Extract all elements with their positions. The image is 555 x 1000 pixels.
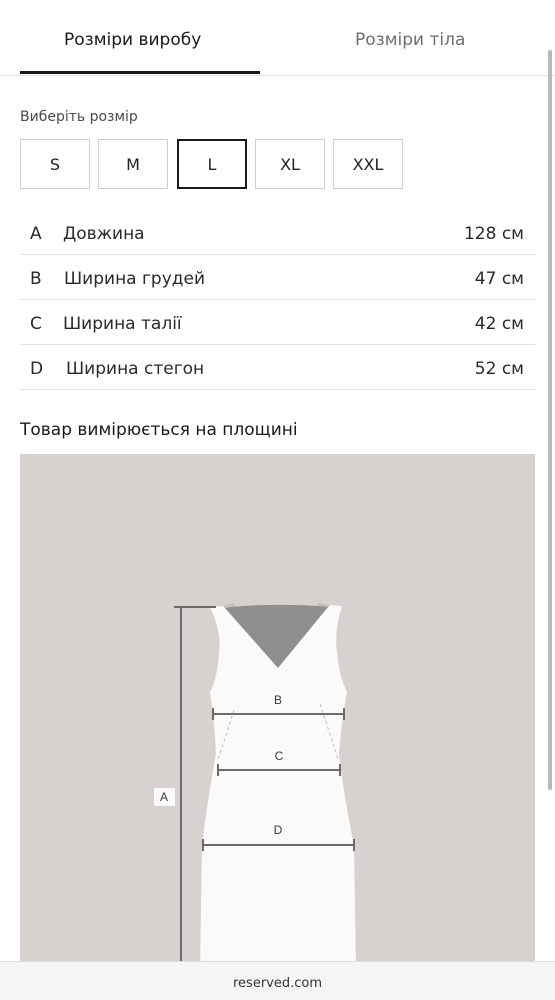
measurement-row-a: A Довжина 128 см xyxy=(20,210,535,255)
size-button-l[interactable]: L xyxy=(177,139,247,189)
size-tabs: Розміри виробу Розміри тіла xyxy=(0,0,555,76)
measurement-letter: D xyxy=(30,359,44,379)
size-button-xl[interactable]: XL xyxy=(255,139,325,189)
scrollbar[interactable] xyxy=(548,50,552,790)
tab-body-sizes[interactable]: Розміри тіла xyxy=(355,30,465,50)
site-domain: reserved.com xyxy=(232,976,322,991)
measurement-name: Ширина талії xyxy=(63,314,182,334)
active-tab-indicator xyxy=(20,71,260,74)
size-button-s[interactable]: S xyxy=(20,139,90,189)
size-button-m[interactable]: M xyxy=(98,139,168,189)
tabs-divider xyxy=(0,75,555,76)
measurement-row-b: B Ширина грудей 47 см xyxy=(20,255,535,300)
choose-size-label: Виберіть розмір xyxy=(20,109,138,125)
diagram-label-c: C xyxy=(275,749,284,763)
diagram-label-a: A xyxy=(160,790,168,804)
measurement-value: 42 см xyxy=(474,314,524,334)
measurement-letter: C xyxy=(30,314,42,334)
flat-measurement-note: Товар вимірюється на площині xyxy=(20,420,298,440)
measurement-value: 128 см xyxy=(463,224,524,244)
measurement-value: 52 см xyxy=(474,359,524,379)
browser-url-bar[interactable]: reserved.com xyxy=(0,961,555,1000)
diagram-label-b: B xyxy=(274,693,282,707)
tab-product-sizes[interactable]: Розміри виробу xyxy=(64,30,201,50)
dress-measurement-diagram: A B C D xyxy=(20,454,535,969)
measurement-value: 47 см xyxy=(474,269,524,289)
measurement-letter: B xyxy=(30,269,42,289)
measurement-name: Ширина стегон xyxy=(66,359,205,379)
measurements-table: A Довжина 128 см B Ширина грудей 47 см C… xyxy=(20,210,535,390)
diagram-label-d: D xyxy=(274,823,283,837)
measurement-letter: A xyxy=(30,224,42,244)
measurement-row-d: D Ширина стегон 52 см xyxy=(20,345,535,390)
measurement-row-c: C Ширина талії 42 см xyxy=(20,300,535,345)
size-button-xxl[interactable]: XXL xyxy=(333,139,403,189)
dress-illustration: A B C D xyxy=(154,603,356,969)
measurement-name: Довжина xyxy=(63,224,145,244)
measurement-name: Ширина грудей xyxy=(64,269,206,289)
